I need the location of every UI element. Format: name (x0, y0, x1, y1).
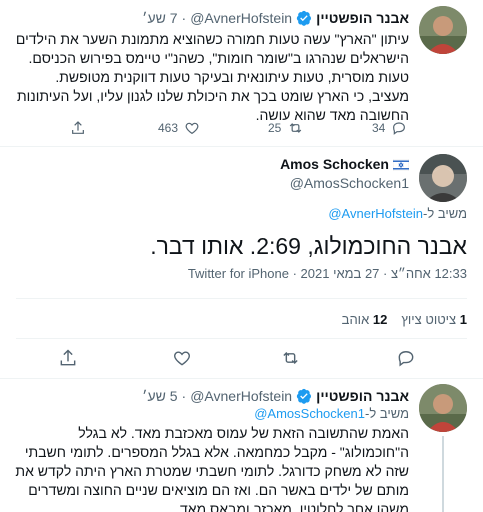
tweet1-handle[interactable]: @AvnerHofstein (190, 10, 292, 26)
retweet-icon (283, 351, 298, 365)
tweet1-like-button[interactable]: 463 (158, 120, 200, 136)
avatar-avner-image (419, 6, 467, 54)
tweet2-meta: 12:33 אחה״צ · 27 במאי 2021 · Twitter for… (188, 266, 467, 281)
share-icon (72, 121, 84, 134)
reply-icon (393, 122, 406, 135)
verified-badge-icon (296, 10, 312, 26)
tweet2-actions (0, 348, 483, 368)
tweet3-author-name[interactable]: אבנר הופשטיין (316, 388, 409, 404)
divider-3 (16, 338, 467, 339)
avatar-avner-reply-image (419, 384, 467, 432)
tweet2-quote-count: 1 (459, 312, 467, 327)
tweet3-replying-to: משיב ל-@AmosSchocken1 (254, 406, 409, 421)
tweet2-timestamp[interactable]: 12:33 אחה״צ · 27 במאי 2021 · (289, 266, 467, 281)
tweet1-actions: 463 25 34 (0, 120, 483, 140)
tweet1-reply-button[interactable]: 34 (372, 120, 407, 136)
tweet1-author-name[interactable]: אבנר הופשטיין (316, 10, 409, 26)
share-icon (60, 349, 76, 366)
thread-connector-line (442, 436, 444, 512)
tweet2-replying-to: משיב ל-@AvnerHofstein (328, 206, 467, 221)
tweet3-time[interactable]: 5 שע׳ (142, 388, 177, 404)
tweet2-like-button[interactable] (172, 348, 192, 368)
tweet1-reply-count: 34 (372, 121, 386, 135)
tweet2-retweet-button[interactable] (280, 348, 301, 368)
divider-1 (0, 146, 483, 147)
tweet1-like-count: 463 (158, 121, 179, 135)
avatar-avner[interactable] (419, 6, 467, 54)
tweet2-reply-button[interactable] (396, 348, 416, 368)
reply-icon (398, 351, 414, 367)
tweet2-reply-prefix: משיב ל- (422, 206, 467, 221)
tweet2-reply-handle-link[interactable]: @AvnerHofstein (328, 206, 423, 221)
tweet3-text: האמת שהתשובה הזאת של עמוס מאכזבת מאד. לא… (15, 425, 409, 512)
avatar-amos[interactable] (419, 154, 467, 202)
tweet1-dot: · (181, 10, 187, 26)
tweet2-share-button[interactable] (58, 348, 78, 368)
tweet1-time[interactable]: 7 שע׳ (142, 10, 177, 26)
tweet2-source[interactable]: Twitter for iPhone (188, 266, 289, 281)
tweet2-header: Amos Schocken (280, 156, 410, 172)
tweet1-text: עיתון "הארץ" עשה טעות חמורה כשהוציא מתמו… (15, 31, 409, 123)
israel-flag-icon (392, 158, 410, 172)
tweet2-text: אבנר החוכמולוג, 2:69. אותו דבר. (150, 233, 467, 259)
tweet3-reply-handle-link[interactable]: @AmosSchocken1 (254, 406, 365, 421)
tweet3-header: אבנר הופשטיין @AvnerHofstein · 5 שע׳ (142, 388, 409, 404)
tweet3-dot: · (181, 388, 187, 404)
heart-icon (174, 351, 190, 366)
tweet2-handle[interactable]: @AmosSchocken1 (290, 175, 409, 191)
tweet2-like-label: אוהב (341, 312, 370, 327)
tweet2-stats: 1 ציטוט ציוץ 12 אוהב (342, 312, 467, 327)
tweet1-retweet-button[interactable]: 25 (268, 120, 304, 136)
retweet-icon (290, 123, 302, 133)
tweet3-handle[interactable]: @AvnerHofstein (190, 388, 292, 404)
tweet-thread: אבנר הופשטיין @AvnerHofstein · 7 שע׳ עית… (0, 0, 483, 512)
tweet2-likes[interactable]: 12 אוהב (342, 312, 388, 327)
tweet2-handle-line: @AmosSchocken1 (290, 175, 409, 191)
heart-icon (185, 122, 199, 135)
tweet1-retweet-count: 25 (268, 121, 282, 135)
verified-badge-icon (296, 388, 312, 404)
avatar-avner-reply[interactable] (419, 384, 467, 432)
tweet3-reply-prefix: משיב ל- (364, 406, 409, 421)
tweet1-header: אבנר הופשטיין @AvnerHofstein · 7 שע׳ (142, 10, 409, 26)
divider-4 (0, 378, 483, 379)
avatar-amos-image (419, 154, 467, 202)
tweet2-quotes[interactable]: 1 ציטוט ציוץ (401, 312, 467, 327)
tweet2-like-count: 12 (372, 312, 388, 327)
tweet2-author-name[interactable]: Amos Schocken (280, 156, 389, 172)
tweet1-share-button[interactable] (70, 120, 86, 136)
divider-2 (16, 298, 467, 299)
tweet2-quote-label: ציטוט ציוץ (401, 312, 457, 327)
